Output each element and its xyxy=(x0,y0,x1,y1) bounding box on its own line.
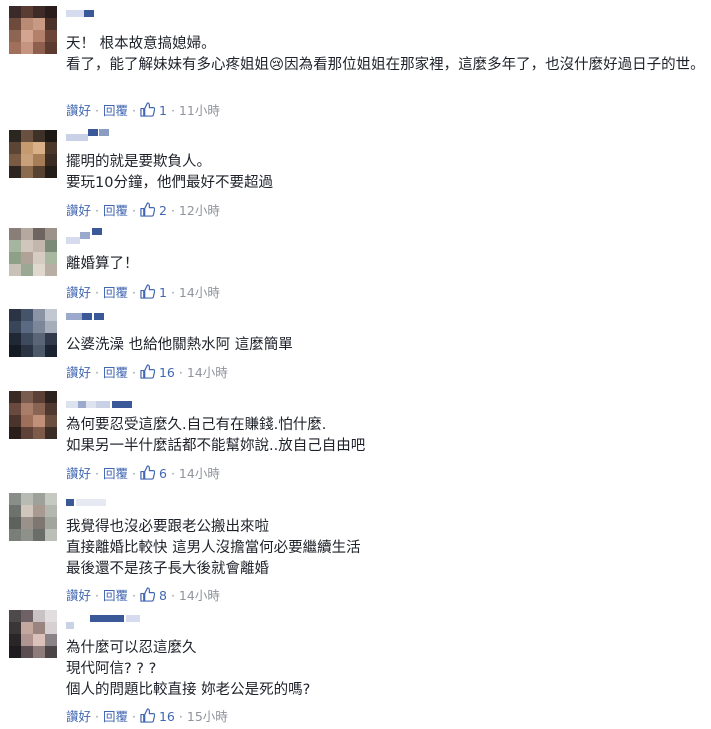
commenter-name[interactable] xyxy=(66,610,176,629)
comment-actions: 讚好 · 回覆 · 16 · 15小時 xyxy=(66,708,228,724)
separator: · xyxy=(170,588,175,603)
like-link[interactable]: 讚好 xyxy=(66,466,91,481)
comment-text: 為什麼可以忍這麼久 現代阿信? ? ? 個人的問題比較直接 妳老公是死的嗎? xyxy=(66,638,706,701)
like-count[interactable]: 2 xyxy=(159,203,167,218)
separator: · xyxy=(95,466,99,481)
commenter-name[interactable] xyxy=(66,6,156,20)
comment-line: 擺明的就是要欺負人。 xyxy=(66,154,211,170)
commenter-name[interactable] xyxy=(66,391,176,408)
avatar[interactable] xyxy=(9,391,57,439)
separator: · xyxy=(132,588,136,603)
comment-text: 天！ 根本故意搞媳婦。 看了，能了解妹妹有多心疼姐姐😢因為看那位姐姐在那家裡，這… xyxy=(66,34,706,76)
separator: · xyxy=(170,285,175,300)
like-link[interactable]: 讚好 xyxy=(66,203,91,218)
comment-line: 天！ 根本故意搞媳婦。 xyxy=(66,36,216,52)
like-link[interactable]: 讚好 xyxy=(66,285,91,300)
separator: · xyxy=(132,203,136,218)
comment-line: 為什麼可以忍這麼久 xyxy=(66,640,197,656)
commenter-name[interactable] xyxy=(66,309,156,323)
comment-text: 擺明的就是要欺負人。 要玩10分鐘，他們最好不要超過 xyxy=(66,152,706,194)
like-link[interactable]: 讚好 xyxy=(66,588,91,603)
comment-text: 離婚算了！ xyxy=(66,254,706,275)
like-count[interactable]: 8 xyxy=(159,588,167,603)
thumbs-up-icon[interactable] xyxy=(140,364,156,379)
thumbs-up-icon[interactable] xyxy=(140,587,156,602)
separator: · xyxy=(95,285,99,300)
timestamp[interactable]: 15小時 xyxy=(187,709,228,724)
reply-link[interactable]: 回覆 xyxy=(103,466,128,481)
comment-line: 現代阿信? ? ? xyxy=(66,661,157,677)
comment-line: 最後還不是孩子長大後就會離婚 xyxy=(66,561,269,577)
reply-link[interactable]: 回覆 xyxy=(103,588,128,603)
comment-actions: 讚好 · 回覆 · 1 · 11小時 xyxy=(66,102,220,118)
separator: · xyxy=(170,203,175,218)
timestamp[interactable]: 11小時 xyxy=(179,103,220,118)
thumbs-up-icon[interactable] xyxy=(140,202,156,217)
like-count[interactable]: 1 xyxy=(159,285,167,300)
comment-actions: 讚好 · 回覆 · 2 · 12小時 xyxy=(66,202,220,218)
comment-line: 為何要忍受這麼久.自己有在賺錢.怕什麼. xyxy=(66,417,327,433)
comment-line: 離婚算了！ xyxy=(66,256,139,272)
comment-line: 要玩10分鐘，他們最好不要超過 xyxy=(66,175,273,191)
avatar[interactable] xyxy=(9,6,57,54)
like-link[interactable]: 讚好 xyxy=(66,365,91,380)
separator: · xyxy=(170,466,175,481)
avatar[interactable] xyxy=(9,228,57,276)
comment-line: 個人的問題比較直接 妳老公是死的嗎? xyxy=(66,682,311,698)
comment-actions: 讚好 · 回覆 · 8 · 14小時 xyxy=(66,587,220,603)
reply-link[interactable]: 回覆 xyxy=(103,103,128,118)
comment-actions: 讚好 · 回覆 · 6 · 14小時 xyxy=(66,465,220,481)
comment-line: 我覺得也沒必要跟老公搬出來啦 xyxy=(66,519,269,535)
timestamp[interactable]: 14小時 xyxy=(179,285,220,300)
separator: · xyxy=(95,203,99,218)
comment-line: 看了，能了解妹妹有多心疼姐姐😢因為看那位姐姐在那家裡，這麼多年了，也沒什麼好過日… xyxy=(66,57,705,73)
timestamp[interactable]: 14小時 xyxy=(187,365,228,380)
comment-actions: 讚好 · 回覆 · 1 · 14小時 xyxy=(66,284,220,300)
separator: · xyxy=(95,365,99,380)
like-link[interactable]: 讚好 xyxy=(66,709,91,724)
comment-line: 直接離婚比較快 這男人沒擔當何必要繼續生活 xyxy=(66,540,361,556)
timestamp[interactable]: 14小時 xyxy=(179,466,220,481)
reply-link[interactable]: 回覆 xyxy=(103,709,128,724)
thumbs-up-icon[interactable] xyxy=(140,465,156,480)
separator: · xyxy=(132,466,136,481)
reply-link[interactable]: 回覆 xyxy=(103,285,128,300)
thumbs-up-icon[interactable] xyxy=(140,284,156,299)
like-count[interactable]: 1 xyxy=(159,103,167,118)
separator: · xyxy=(132,103,136,118)
separator: · xyxy=(178,365,183,380)
separator: · xyxy=(95,588,99,603)
like-count[interactable]: 6 xyxy=(159,466,167,481)
comment-line: 如果另一半什麼話都不能幫妳說..放自己自由吧 xyxy=(66,438,366,454)
separator: · xyxy=(132,365,136,380)
timestamp[interactable]: 14小時 xyxy=(179,588,220,603)
separator: · xyxy=(170,103,175,118)
commenter-name[interactable] xyxy=(66,493,156,507)
comment-line: 公婆洗澡 也給他關熱水阿 這麼簡單 xyxy=(66,337,293,353)
avatar[interactable] xyxy=(9,309,57,357)
reply-link[interactable]: 回覆 xyxy=(103,365,128,380)
timestamp[interactable]: 12小時 xyxy=(179,203,220,218)
commenter-name[interactable] xyxy=(66,128,156,142)
comment-text: 為何要忍受這麼久.自己有在賺錢.怕什麼. 如果另一半什麼話都不能幫妳說..放自己… xyxy=(66,415,706,457)
avatar[interactable] xyxy=(9,493,57,541)
separator: · xyxy=(132,285,136,300)
thumbs-up-icon[interactable] xyxy=(140,708,156,723)
reply-link[interactable]: 回覆 xyxy=(103,203,128,218)
avatar[interactable] xyxy=(9,130,57,178)
separator: · xyxy=(95,103,99,118)
like-link[interactable]: 讚好 xyxy=(66,103,91,118)
separator: · xyxy=(95,709,99,724)
comment-actions: 讚好 · 回覆 · 16 · 14小時 xyxy=(66,364,228,380)
avatar[interactable] xyxy=(9,610,57,658)
like-count[interactable]: 16 xyxy=(159,709,175,724)
like-count[interactable]: 16 xyxy=(159,365,175,380)
commenter-name[interactable] xyxy=(66,228,156,244)
thumbs-up-icon[interactable] xyxy=(140,102,156,117)
separator: · xyxy=(132,709,136,724)
comment-text: 公婆洗澡 也給他關熱水阿 這麼簡單 xyxy=(66,335,706,356)
comment-text: 我覺得也沒必要跟老公搬出來啦 直接離婚比較快 這男人沒擔當何必要繼續生活 最後還… xyxy=(66,517,706,580)
separator: · xyxy=(178,709,183,724)
